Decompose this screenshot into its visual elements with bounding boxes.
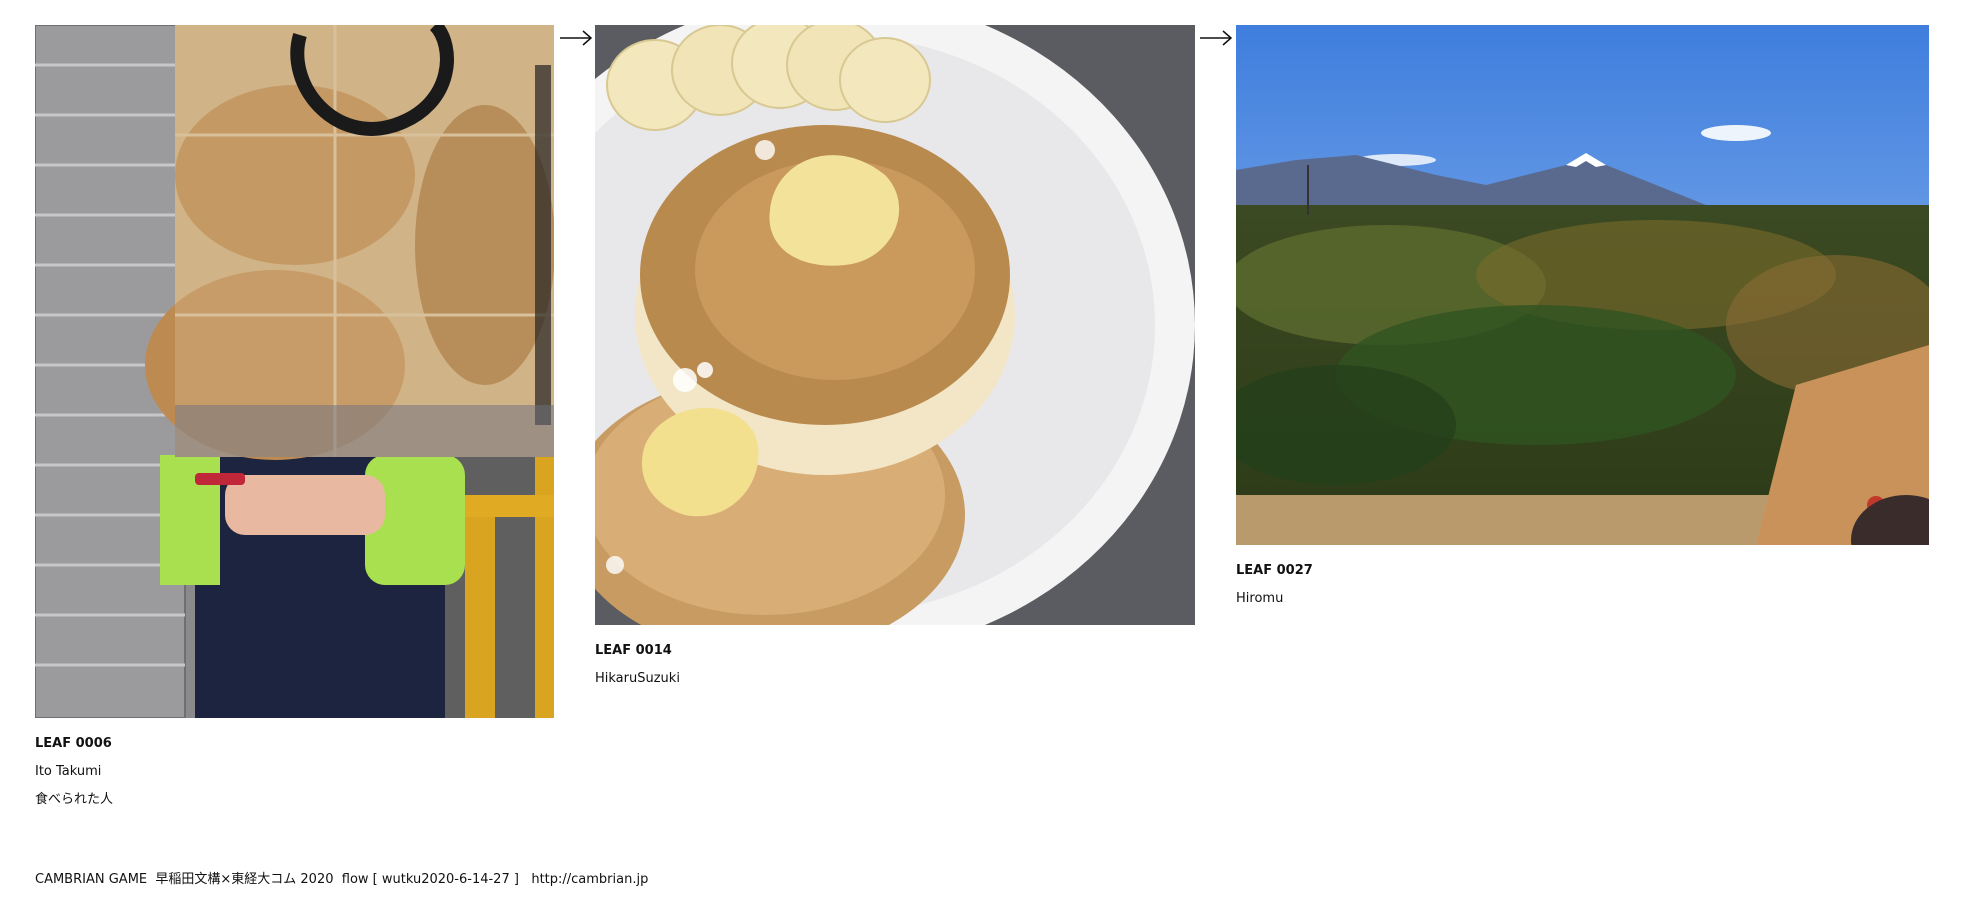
leaf-author[interactable]: HikaruSuzuki [595, 665, 1195, 693]
leaf-caption: LEAF 0006 Ito Takumi 食べられた人 [35, 730, 554, 814]
mount-fuji-forest-photo[interactable] [1236, 25, 1929, 545]
leaf-code: LEAF 0027 [1236, 563, 1313, 578]
leaf-title: 食べられた人 [35, 792, 114, 807]
footer-text: CAMBRIAN GAME 早稲田文構×東経大コム 2020 flow [ wu… [35, 872, 519, 887]
leaf-caption: LEAF 0014 HikaruSuzuki [595, 637, 1195, 693]
leaf-code: LEAF 0014 [595, 643, 672, 658]
leaf-author[interactable]: Ito Takumi [35, 758, 554, 786]
arrow-right-icon [560, 30, 593, 46]
site-footer: CAMBRIAN GAME 早稲田文構×東経大コム 2020 flow [ wu… [35, 868, 648, 887]
leaf-author[interactable]: Hiromu [1236, 585, 1929, 613]
leaf-card-0027[interactable]: LEAF 0027 Hiromu [1236, 25, 1929, 613]
pancake-plate-photo[interactable] [595, 25, 1195, 625]
leaf-caption: LEAF 0027 Hiromu [1236, 557, 1929, 613]
footer-link[interactable]: http://cambrian.jp [531, 872, 648, 887]
leaf-card-0014[interactable]: LEAF 0014 HikaruSuzuki [595, 25, 1195, 693]
arrow-right-icon [1200, 30, 1233, 46]
leaf-card-0006[interactable]: LEAF 0006 Ito Takumi 食べられた人 [35, 25, 554, 814]
leaf-code: LEAF 0006 [35, 736, 112, 751]
taiyaki-banner-photo[interactable] [35, 25, 554, 718]
